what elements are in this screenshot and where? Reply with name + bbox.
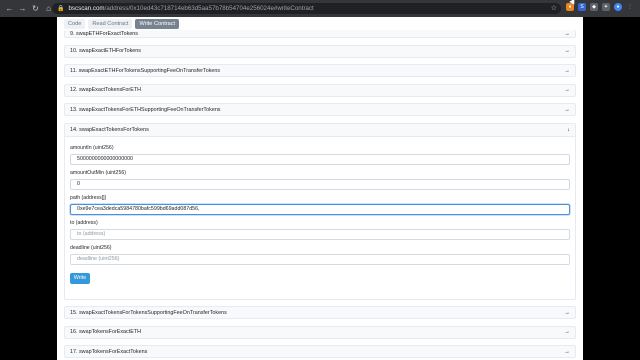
function-header[interactable]: 14. swapExactTokensForTokens ↓ bbox=[65, 123, 575, 137]
function-form: amountIn (uint256) 5000000000000000000 a… bbox=[65, 136, 575, 299]
function-item-expanded: 14. swapExactTokensForTokens ↓ amountIn … bbox=[64, 122, 576, 300]
function-item[interactable]: 12. swapExactTokensForETH → bbox=[64, 83, 576, 97]
extension-icons: ● S ◆ ✦ ● ⋮ bbox=[566, 3, 634, 11]
to-label: to (address) bbox=[70, 219, 98, 226]
path-value: 0xe9e7cea3dedca5984780bafc599bd69add087d… bbox=[77, 206, 200, 212]
deadline-placeholder: deadline (uint256) bbox=[77, 256, 120, 262]
function-label: 17. swapTokensForExactTokens bbox=[70, 348, 148, 355]
function-item[interactable]: 15. swapExactTokensForTokensSupportingFe… bbox=[64, 306, 576, 319]
tab-read-contract[interactable]: Read Contract bbox=[88, 19, 133, 29]
arrow-right-icon: → bbox=[564, 87, 570, 93]
arrow-right-icon: → bbox=[564, 348, 570, 355]
page-content: Code Read Contract Write Contract 9. swa… bbox=[57, 17, 583, 360]
deadline-input[interactable]: deadline (uint256) bbox=[70, 253, 570, 265]
reload-icon[interactable]: ↻ bbox=[30, 3, 41, 14]
function-list: 9. swapETHForExactTokens → 10. swapExact… bbox=[64, 30, 576, 360]
function-item[interactable]: 9. swapETHForExactTokens → bbox=[64, 30, 576, 38]
function-item[interactable]: 13. swapExactTokensForETHSupportingFeeOn… bbox=[64, 103, 576, 116]
lock-icon: 🔒 bbox=[57, 6, 65, 12]
menu-dots-icon[interactable]: ⋮ bbox=[626, 3, 634, 11]
function-item[interactable]: 16. swapTokensForExactETH → bbox=[64, 325, 576, 339]
contract-tabs: Code Read Contract Write Contract bbox=[64, 19, 180, 29]
extension-s-icon[interactable]: S bbox=[578, 3, 586, 11]
function-label: 16. swapTokensForExactETH bbox=[70, 329, 142, 335]
profile-avatar-icon[interactable]: ● bbox=[614, 3, 622, 11]
path-input[interactable]: 0xe9e7cea3dedca5984780bafc599bd69add087d… bbox=[70, 203, 570, 215]
back-icon[interactable]: ← bbox=[4, 3, 15, 14]
function-label: 13. swapExactTokensForETHSupportingFeeOn… bbox=[70, 106, 221, 113]
amountin-input[interactable]: 5000000000000000000 bbox=[70, 153, 570, 165]
arrow-right-icon: → bbox=[564, 67, 570, 74]
extension-puzzle-icon[interactable]: ✦ bbox=[602, 3, 610, 11]
amountin-value: 5000000000000000000 bbox=[77, 156, 133, 162]
to-input[interactable]: to (address) bbox=[70, 228, 570, 240]
browser-toolbar: ← → ↻ ⌂ 🔒 bscscan.com /address/0x10ed43c… bbox=[0, 0, 640, 17]
arrow-down-icon: ↓ bbox=[567, 126, 570, 133]
amountoutmin-input[interactable]: 0 bbox=[70, 178, 570, 190]
function-label: 10. swapExactETHForTokens bbox=[70, 48, 142, 54]
bookmark-star-icon[interactable]: ☆ bbox=[551, 4, 557, 12]
url-path: /address/0x10ed43c718714eb63d5aa57b78b54… bbox=[104, 5, 314, 12]
to-placeholder: to (address) bbox=[77, 231, 106, 237]
arrow-right-icon: → bbox=[564, 309, 570, 316]
function-label: 11. swapExactETHForTokensSupportingFeeOn… bbox=[70, 67, 221, 74]
function-item[interactable]: 17. swapTokensForExactTokens → bbox=[64, 345, 576, 358]
amountoutmin-label: amountOutMin (uint256) bbox=[70, 169, 126, 176]
amountin-label: amountIn (uint256) bbox=[70, 144, 114, 151]
function-label: 12. swapExactTokensForETH bbox=[70, 87, 142, 93]
function-item[interactable]: 10. swapExactETHForTokens → bbox=[64, 44, 576, 58]
arrow-right-icon: → bbox=[564, 30, 570, 37]
arrow-right-icon: → bbox=[564, 329, 570, 335]
url-host: bscscan.com bbox=[68, 5, 105, 12]
forward-icon[interactable]: → bbox=[17, 3, 28, 14]
amountoutmin-value: 0 bbox=[77, 181, 80, 187]
deadline-label: deadline (uint256) bbox=[70, 244, 112, 251]
function-label: 15. swapExactTokensForTokensSupportingFe… bbox=[70, 309, 227, 316]
function-item[interactable]: 11. swapExactETHForTokensSupportingFeeOn… bbox=[64, 64, 576, 77]
arrow-right-icon: → bbox=[564, 106, 570, 113]
function-label: 14. swapExactTokensForTokens bbox=[70, 126, 149, 133]
tab-code[interactable]: Code bbox=[64, 19, 86, 29]
extension-icon[interactable]: ◆ bbox=[590, 3, 598, 11]
tab-write-contract[interactable]: Write Contract bbox=[135, 19, 180, 29]
arrow-right-icon: → bbox=[564, 48, 570, 54]
address-bar[interactable]: 🔒 bscscan.com /address/0x10ed43c718714eb… bbox=[52, 3, 561, 14]
path-label: path (address[]) bbox=[70, 194, 107, 201]
write-button[interactable]: Write bbox=[70, 272, 90, 284]
function-label: 9. swapETHForExactTokens bbox=[70, 30, 139, 37]
